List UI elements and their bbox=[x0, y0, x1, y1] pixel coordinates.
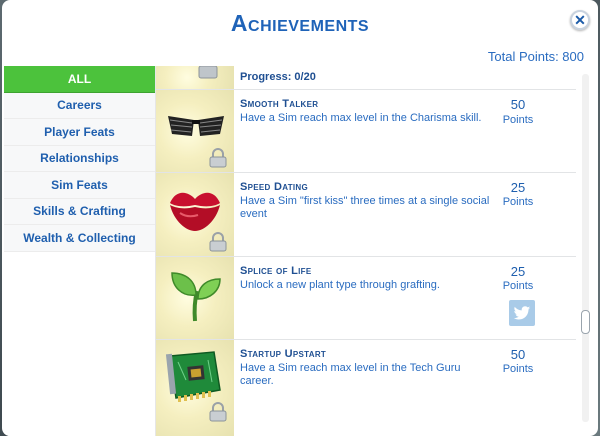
achievement-thumb bbox=[156, 340, 234, 436]
scrollbar-track[interactable] bbox=[582, 74, 589, 422]
scrollbar-thumb[interactable] bbox=[581, 310, 590, 334]
circuit-board-icon bbox=[165, 351, 221, 402]
achievement-thumb bbox=[156, 257, 234, 339]
list-item: Smooth Talker Have a Sim reach max level… bbox=[156, 90, 576, 173]
sidebar-item-relationships[interactable]: Relationships bbox=[4, 145, 155, 172]
achievement-description: Unlock a new plant type through grafting… bbox=[240, 279, 440, 291]
achievement-name: Splice of Life bbox=[240, 265, 312, 277]
sidebar-item-all[interactable]: ALL bbox=[4, 66, 155, 93]
points-label: Points bbox=[502, 363, 534, 375]
achievement-name: Smooth Talker bbox=[240, 98, 319, 110]
sunglasses-icon bbox=[168, 116, 224, 136]
achievement-thumb bbox=[156, 90, 234, 172]
list-item: Progress: 0/20 bbox=[156, 66, 576, 90]
category-sidebar: ALL Careers Player Feats Relationships S… bbox=[4, 66, 156, 436]
list-item: Startup Upstart Have a Sim reach max lev… bbox=[156, 340, 576, 436]
list-item: Splice of Life Unlock a new plant type t… bbox=[156, 257, 576, 340]
achievement-thumb bbox=[156, 66, 234, 89]
padlock-icon bbox=[209, 402, 227, 422]
page-title: Achievements bbox=[230, 10, 370, 36]
achievement-name: Startup Upstart bbox=[240, 348, 327, 360]
list-item: Speed Dating Have a Sim "first kiss" thr… bbox=[156, 173, 576, 257]
achievement-name: Speed Dating bbox=[240, 181, 309, 193]
achievement-description: Have a Sim reach max level in the Charis… bbox=[240, 112, 482, 124]
achievement-description: Have a Sim reach max level in the Tech G… bbox=[240, 362, 461, 387]
achievement-points: 25 bbox=[510, 264, 526, 279]
sprout-icon bbox=[171, 272, 221, 322]
achievement-list: Progress: 0/20 Smooth Talker Have a Sim … bbox=[156, 66, 580, 436]
achievement-description: Have a Sim "first kiss" three times at a… bbox=[240, 195, 490, 220]
points-label: Points bbox=[502, 280, 534, 292]
sidebar-item-wealth-collecting[interactable]: Wealth & Collecting bbox=[4, 225, 155, 252]
points-label: Points bbox=[502, 196, 534, 208]
achievements-window: Achievements ✕ Total Points: 800 ALL Car… bbox=[2, 0, 598, 436]
padlock-icon bbox=[198, 66, 218, 79]
sidebar-item-sim-feats[interactable]: Sim Feats bbox=[4, 172, 155, 199]
padlock-icon bbox=[209, 232, 227, 252]
points-label: Points bbox=[502, 114, 534, 126]
sidebar-item-player-feats[interactable]: Player Feats bbox=[4, 119, 155, 146]
total-points: Total Points: 800 bbox=[487, 49, 584, 64]
achievement-points: 25 bbox=[510, 180, 526, 195]
achievement-points: 50 bbox=[510, 97, 526, 112]
twitter-icon bbox=[513, 305, 531, 319]
padlock-icon bbox=[209, 148, 227, 168]
achievement-points: 50 bbox=[510, 347, 526, 362]
close-icon[interactable]: ✕ bbox=[570, 10, 590, 30]
sidebar-item-careers[interactable]: Careers bbox=[4, 92, 155, 119]
lips-icon bbox=[170, 192, 220, 231]
achievement-thumb bbox=[156, 173, 234, 256]
twitter-share-button[interactable] bbox=[509, 300, 535, 326]
progress-text: Progress: 0/20 bbox=[240, 71, 316, 83]
sidebar-item-skills-crafting[interactable]: Skills & Crafting bbox=[4, 198, 155, 225]
